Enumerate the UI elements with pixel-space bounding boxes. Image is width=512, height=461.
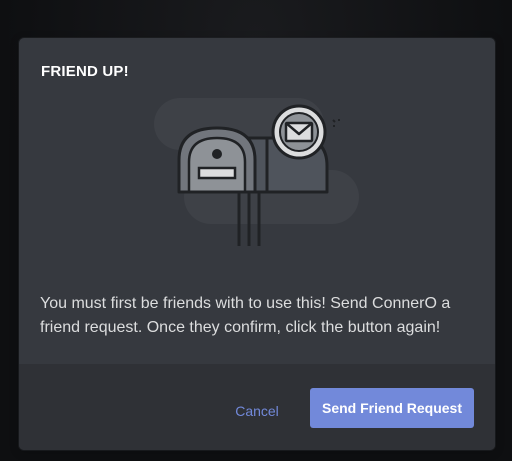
modal-header: FRIEND UP! — [41, 62, 473, 86]
modal-footer: Cancel Send Friend Request — [19, 364, 495, 450]
send-friend-request-button[interactable]: Send Friend Request — [310, 388, 474, 428]
mailbox-illustration — [149, 98, 369, 258]
cancel-button[interactable]: Cancel — [223, 392, 291, 430]
modal-title: FRIEND UP! — [41, 63, 129, 80]
friend-up-modal: FRIEND UP! You must first be friends wit… — [19, 38, 495, 450]
modal-message: You must first be friends with to use th… — [40, 295, 451, 336]
mailbox-envelope-icon — [154, 98, 359, 246]
